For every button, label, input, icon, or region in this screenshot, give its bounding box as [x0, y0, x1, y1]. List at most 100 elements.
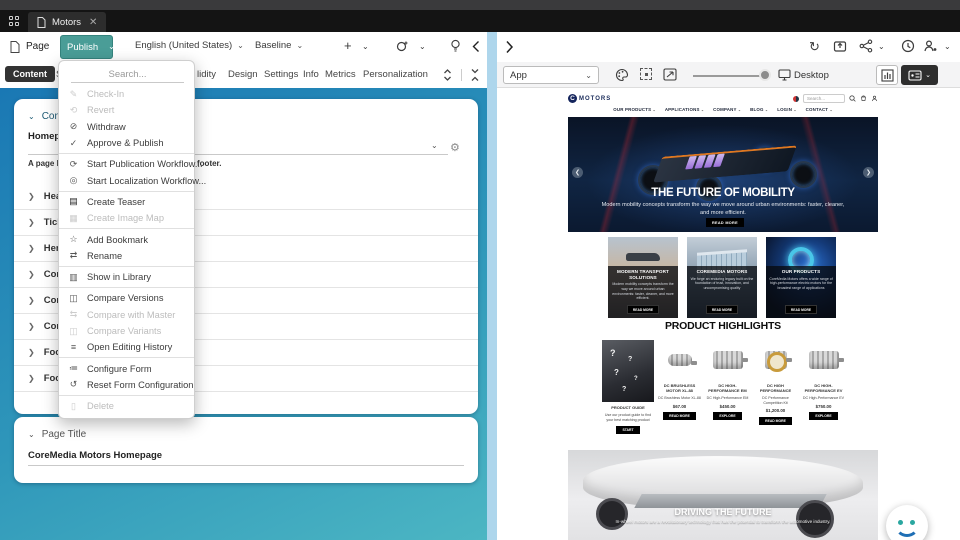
chevron-down-icon: ⌄: [925, 72, 931, 79]
menu-item-approve-publish[interactable]: ✓ Approve & Publish: [59, 135, 194, 151]
nav-applications[interactable]: APPLICATIONS ⌄: [665, 107, 704, 112]
preview-user-icon[interactable]: [923, 39, 938, 53]
content-tab-motors[interactable]: Motors ✕: [28, 12, 107, 32]
product-card-ev[interactable]: DC HIGH-PERFORMANCE EV DC High-Performan…: [801, 340, 846, 434]
menu-search-input[interactable]: [71, 66, 184, 83]
product-highlights-row: ????? PRODUCT GUIDE Use our product guid…: [602, 340, 846, 435]
menu-divider: [59, 265, 194, 267]
product-image-motor: [705, 340, 750, 380]
tab-content[interactable]: Content: [5, 66, 55, 82]
chevron-down-icon[interactable]: ⌄: [104, 43, 119, 51]
product-card-em[interactable]: DC HIGH-PERFORMANCE EM DC High-Performan…: [705, 340, 750, 434]
product-card-xl88[interactable]: DC BRUSHLESS MOTOR XL-88 DC Brushless Mo…: [657, 340, 702, 434]
collapse-left-icon[interactable]: [472, 40, 480, 53]
chevron-down-icon[interactable]: ⌄: [419, 42, 426, 51]
zoom-slider-track[interactable]: [693, 75, 765, 77]
menu-item-withdraw[interactable]: ⊘ Withdraw: [59, 119, 194, 135]
tab-validity[interactable]: lidity: [197, 69, 216, 80]
tab-info[interactable]: Info: [303, 69, 319, 80]
teaser-card-company[interactable]: COREMEDIA MOTORS We forge an enduring le…: [687, 237, 757, 318]
variant-dropdown[interactable]: Baseline ⌄: [255, 40, 303, 51]
nav-company[interactable]: COMPANY ⌄: [713, 107, 741, 112]
tab-design[interactable]: Design: [228, 69, 258, 80]
menu-item-create-teaser[interactable]: ▤ Create Teaser: [59, 194, 194, 210]
menu-item-add-bookmark[interactable]: ☆ Add Bookmark: [59, 231, 194, 247]
page-title-section-header[interactable]: ⌄ Page Title: [28, 429, 86, 440]
stamp-actions-icon[interactable]: [396, 40, 409, 53]
teaser-text: Modern mobility concepts transform the w…: [612, 282, 674, 301]
site-user-icon[interactable]: [871, 95, 878, 102]
teaser-read-more-button[interactable]: READ MORE: [784, 305, 818, 314]
open-in-device-icon[interactable]: [833, 39, 847, 53]
publish-button[interactable]: Publish ⌄: [60, 35, 115, 59]
expand-collapse-sections-icon[interactable]: [443, 68, 452, 82]
menu-item-start-publication-workflow[interactable]: ⟳ Start Publication Workflow...: [59, 156, 203, 172]
carousel-prev-icon[interactable]: ❮: [572, 167, 583, 178]
chatbot-widget[interactable]: [886, 505, 928, 540]
expand-right-icon[interactable]: [505, 40, 514, 54]
tab-metrics[interactable]: Metrics: [325, 69, 356, 80]
zoom-slider-handle[interactable]: [759, 69, 771, 81]
close-tab-icon[interactable]: ✕: [89, 17, 97, 28]
product-read-more-button[interactable]: READ MORE: [759, 416, 792, 425]
tab-personalization[interactable]: Personalization: [363, 69, 428, 80]
menu-item-reset-form-configuration[interactable]: ↺ Reset Form Configuration: [59, 377, 194, 393]
history-clock-icon[interactable]: [901, 39, 915, 53]
chevron-down-icon[interactable]: ⌄: [362, 42, 369, 51]
palette-icon[interactable]: [615, 68, 629, 82]
teaser-card-products[interactable]: OUR PRODUCTS CoreMedia Motors offers a w…: [766, 237, 836, 318]
tab-settings[interactable]: Settings: [264, 69, 298, 80]
hero-title: THE FUTURE OF MOBILITY: [651, 187, 795, 199]
gear-icon[interactable]: ⚙: [450, 141, 460, 154]
nav-login[interactable]: LOGIN ⌄: [777, 107, 796, 112]
product-explore-button[interactable]: EXPLORE: [713, 412, 742, 421]
chevron-down-icon[interactable]: ⌄: [944, 42, 951, 51]
collapse-panel-icon[interactable]: [470, 68, 480, 82]
locale-flag-icon[interactable]: [793, 95, 799, 102]
reload-preview-icon[interactable]: ↻: [809, 39, 820, 55]
brand-logo-icon[interactable]: C: [568, 94, 577, 103]
preview-mode-button[interactable]: ⌄: [901, 65, 938, 85]
pane-splitter[interactable]: [487, 32, 497, 540]
site-cart-icon[interactable]: [860, 95, 867, 102]
menu-item-configure-form[interactable]: ≔ Configure Form: [59, 360, 194, 376]
preview-view-select[interactable]: App ⌄: [503, 66, 599, 84]
locale-dropdown[interactable]: English (United States) ⌄: [135, 40, 244, 51]
teaser-read-more-button[interactable]: READ MORE: [626, 305, 660, 314]
teaser-card-transport[interactable]: MODERN TRANSPORT SOLUTIONS Modern mobili…: [608, 237, 678, 318]
menu-item-show-in-library[interactable]: ▥ Show in Library: [59, 269, 194, 285]
product-explore-button[interactable]: EXPLORE: [809, 412, 838, 421]
nav-our-products[interactable]: OUR PRODUCTS ⌄: [613, 107, 656, 112]
menu-item-open-editing-history[interactable]: ≡ Open Editing History: [59, 339, 194, 355]
lightbulb-icon[interactable]: [450, 39, 461, 53]
product-card-guide[interactable]: ????? PRODUCT GUIDE Use our product guid…: [602, 340, 654, 435]
chevron-right-icon: ❯: [28, 270, 35, 279]
menu-item-start-localization-workflow[interactable]: ◎ Start Localization Workflow...: [59, 172, 207, 188]
menu-item-compare-with-master: ⇆ Compare with Master: [69, 309, 176, 320]
product-card-competition[interactable]: DC HIGH PERFORMANCE DC Performance Compe…: [753, 340, 798, 434]
share-icon[interactable]: [859, 39, 873, 53]
select-region-icon[interactable]: [640, 68, 652, 80]
menu-item-compare-versions[interactable]: ◫ Compare Versions: [59, 290, 194, 306]
page-title-input[interactable]: CoreMedia Motors Homepage: [28, 450, 464, 466]
menu-divider: [59, 395, 194, 397]
site-search-icon[interactable]: [849, 95, 856, 102]
chevron-down-icon[interactable]: ⌄: [878, 42, 885, 51]
teaser-read-more-button[interactable]: READ MORE: [705, 305, 739, 314]
apps-grid-icon[interactable]: [0, 10, 28, 32]
chevron-down-icon[interactable]: ⌄: [431, 141, 438, 150]
carousel-next-icon[interactable]: ❯: [863, 167, 874, 178]
brand-name[interactable]: MOTORS: [579, 96, 611, 102]
product-read-more-button[interactable]: READ MORE: [663, 412, 696, 421]
site-search-input[interactable]: [803, 94, 845, 103]
add-content-icon[interactable]: +: [344, 38, 352, 53]
open-frame-icon[interactable]: [663, 68, 677, 81]
menu-item-rename[interactable]: ⇄ Rename: [59, 248, 194, 264]
nav-blog[interactable]: BLOG ⌄: [750, 107, 768, 112]
nav-contact[interactable]: CONTACT ⌄: [806, 107, 833, 112]
product-start-button[interactable]: START: [616, 426, 640, 435]
product-title: DC HIGH-PERFORMANCE EV: [804, 383, 843, 393]
structure-view-button[interactable]: [876, 65, 898, 85]
menu-divider: [59, 153, 194, 155]
hero-read-more-button[interactable]: READ MORE: [706, 218, 744, 227]
